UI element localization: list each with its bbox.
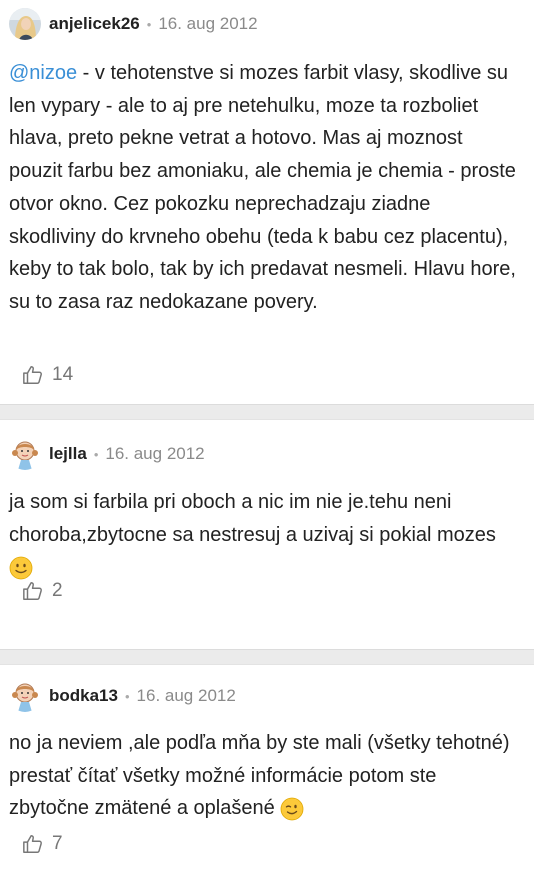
comment-header: anjelicek26 • 16. aug 2012 — [9, 8, 258, 40]
comment-date: 16. aug 2012 — [105, 444, 205, 463]
username[interactable]: lejlla — [49, 444, 87, 464]
comment-header: bodka13 • 16. aug 2012 — [9, 680, 236, 712]
mention-link[interactable]: @nizoe — [9, 62, 77, 84]
like-count: 7 — [52, 833, 63, 854]
winking-face-icon — [280, 797, 304, 821]
comment-text: ja som si farbila pri oboch a nic im nie… — [9, 486, 520, 584]
thumbs-up-icon — [23, 582, 42, 600]
thumbs-up-icon — [23, 366, 42, 384]
comment-body: - v tehotenstve si mozes farbit vlasy, s… — [9, 62, 516, 313]
comment-text: no ja neviem ,ale podľa mňa by ste mali … — [9, 727, 520, 825]
comment-card: lejlla • 16. aug 2012 ja som si farbila … — [0, 420, 534, 649]
comment-body: ja som si farbila pri oboch a nic im nie… — [9, 491, 496, 546]
username[interactable]: anjelicek26 — [49, 14, 140, 34]
comment-divider — [0, 404, 534, 420]
user-photo-icon — [9, 8, 41, 40]
avatar[interactable] — [9, 438, 41, 470]
like-button[interactable]: 2 — [22, 580, 63, 602]
meta-separator: • — [146, 16, 152, 32]
slightly-smiling-face-icon — [9, 556, 33, 580]
like-count: 2 — [52, 580, 63, 601]
comment-header: lejlla • 16. aug 2012 — [9, 438, 205, 470]
girl-cartoon-icon — [9, 680, 41, 712]
comment-card: bodka13 • 16. aug 2012 no ja neviem ,ale… — [0, 665, 534, 872]
avatar[interactable] — [9, 680, 41, 712]
meta-separator: • — [124, 688, 130, 704]
meta-separator: • — [93, 446, 99, 462]
username[interactable]: bodka13 — [49, 686, 118, 706]
girl-cartoon-icon — [9, 438, 41, 470]
avatar[interactable] — [9, 8, 41, 40]
like-button[interactable]: 14 — [22, 364, 73, 386]
comment-text: @nizoe - v tehotenstve si mozes farbit v… — [9, 57, 520, 319]
comment-body: no ja neviem ,ale podľa mňa by ste mali … — [9, 732, 510, 820]
comment-date: 16. aug 2012 — [136, 686, 236, 705]
comment-card: anjelicek26 • 16. aug 2012 @nizoe - v te… — [0, 0, 534, 404]
like-count: 14 — [52, 364, 74, 385]
like-button[interactable]: 7 — [22, 833, 63, 855]
thumbs-up-icon — [23, 835, 42, 853]
comment-divider — [0, 649, 534, 665]
comment-date: 16. aug 2012 — [158, 14, 258, 33]
